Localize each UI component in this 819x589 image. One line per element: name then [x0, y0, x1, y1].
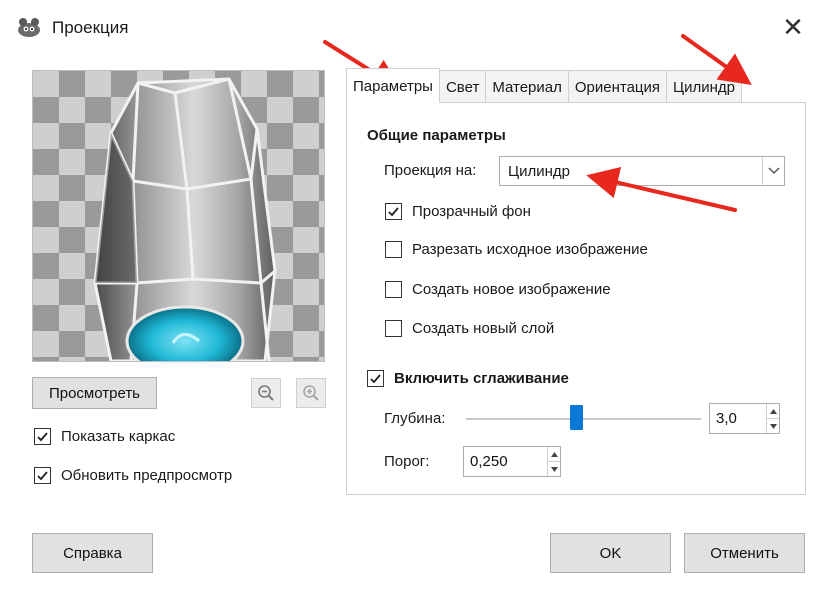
show-wireframe-label: Показать каркас	[61, 428, 176, 445]
threshold-label: Порог:	[384, 453, 430, 470]
gimp-icon	[16, 16, 42, 38]
checkbox-unchecked-icon[interactable]	[385, 281, 402, 298]
tab-bar: Параметры Свет Материал Ориентация Цилин…	[346, 68, 743, 103]
title-bar: Проекция ✕	[0, 0, 819, 56]
checkbox-checked-icon[interactable]	[34, 428, 51, 445]
create-new-image-label: Создать новое изображение	[412, 281, 611, 298]
threshold-input[interactable]	[464, 447, 547, 476]
chevron-down-icon[interactable]	[762, 157, 784, 185]
checkbox-unchecked-icon[interactable]	[385, 320, 402, 337]
preview-button[interactable]: Просмотреть	[32, 377, 157, 409]
tab-orientation[interactable]: Ориентация	[567, 70, 668, 103]
enable-antialiasing-checkbox[interactable]: Включить сглаживание	[367, 370, 569, 387]
show-wireframe-checkbox[interactable]: Показать каркас	[34, 428, 175, 445]
checkbox-checked-icon[interactable]	[34, 467, 51, 484]
tab-light[interactable]: Свет	[438, 70, 487, 103]
map-to-select[interactable]: Цилиндр	[499, 156, 785, 186]
zoom-in-icon[interactable]	[296, 378, 326, 408]
checkbox-unchecked-icon[interactable]	[385, 241, 402, 258]
transparent-background-label: Прозрачный фон	[412, 203, 531, 220]
transparent-background-checkbox[interactable]: Прозрачный фон	[385, 203, 531, 220]
threshold-spinbutton[interactable]	[463, 446, 561, 477]
preview-canvas[interactable]	[32, 70, 325, 362]
window-title: Проекция	[52, 18, 129, 37]
spin-down-icon[interactable]	[548, 461, 560, 476]
ok-button[interactable]: OK	[550, 533, 671, 573]
create-new-image-checkbox[interactable]: Создать новое изображение	[385, 281, 611, 298]
map-to-value: Цилиндр	[508, 162, 570, 180]
auto-update-preview-checkbox[interactable]: Обновить предпросмотр	[34, 467, 232, 484]
tab-options[interactable]: Параметры	[346, 68, 440, 103]
tab-material[interactable]: Материал	[485, 70, 569, 103]
zoom-out-icon[interactable]	[251, 378, 281, 408]
depth-slider-track[interactable]	[466, 418, 701, 420]
depth-input[interactable]	[710, 404, 766, 433]
create-new-layer-label: Создать новый слой	[412, 320, 555, 337]
cancel-button[interactable]: Отменить	[684, 533, 805, 573]
create-new-layer-checkbox[interactable]: Создать новый слой	[385, 320, 554, 337]
depth-label: Глубина:	[384, 410, 446, 427]
general-options-title: Общие параметры	[367, 127, 506, 144]
tab-cylinder[interactable]: Цилиндр	[666, 70, 743, 103]
spin-down-icon[interactable]	[767, 418, 779, 433]
help-button[interactable]: Справка	[32, 533, 153, 573]
depth-spinbutton[interactable]	[709, 403, 780, 434]
close-icon[interactable]: ✕	[778, 12, 808, 42]
tile-source-image-label: Разрезать исходное изображение	[412, 241, 648, 258]
spin-up-icon[interactable]	[548, 447, 560, 461]
tile-source-image-checkbox[interactable]: Разрезать исходное изображение	[385, 241, 648, 258]
checkbox-checked-icon[interactable]	[385, 203, 402, 220]
cylinder-preview-image	[93, 77, 277, 361]
map-to-label: Проекция на:	[384, 162, 477, 179]
depth-slider-handle[interactable]	[569, 405, 583, 430]
checkbox-checked-icon[interactable]	[367, 370, 384, 387]
auto-update-preview-label: Обновить предпросмотр	[61, 467, 233, 484]
spin-up-icon[interactable]	[767, 404, 779, 418]
enable-antialiasing-label: Включить сглаживание	[394, 370, 569, 387]
